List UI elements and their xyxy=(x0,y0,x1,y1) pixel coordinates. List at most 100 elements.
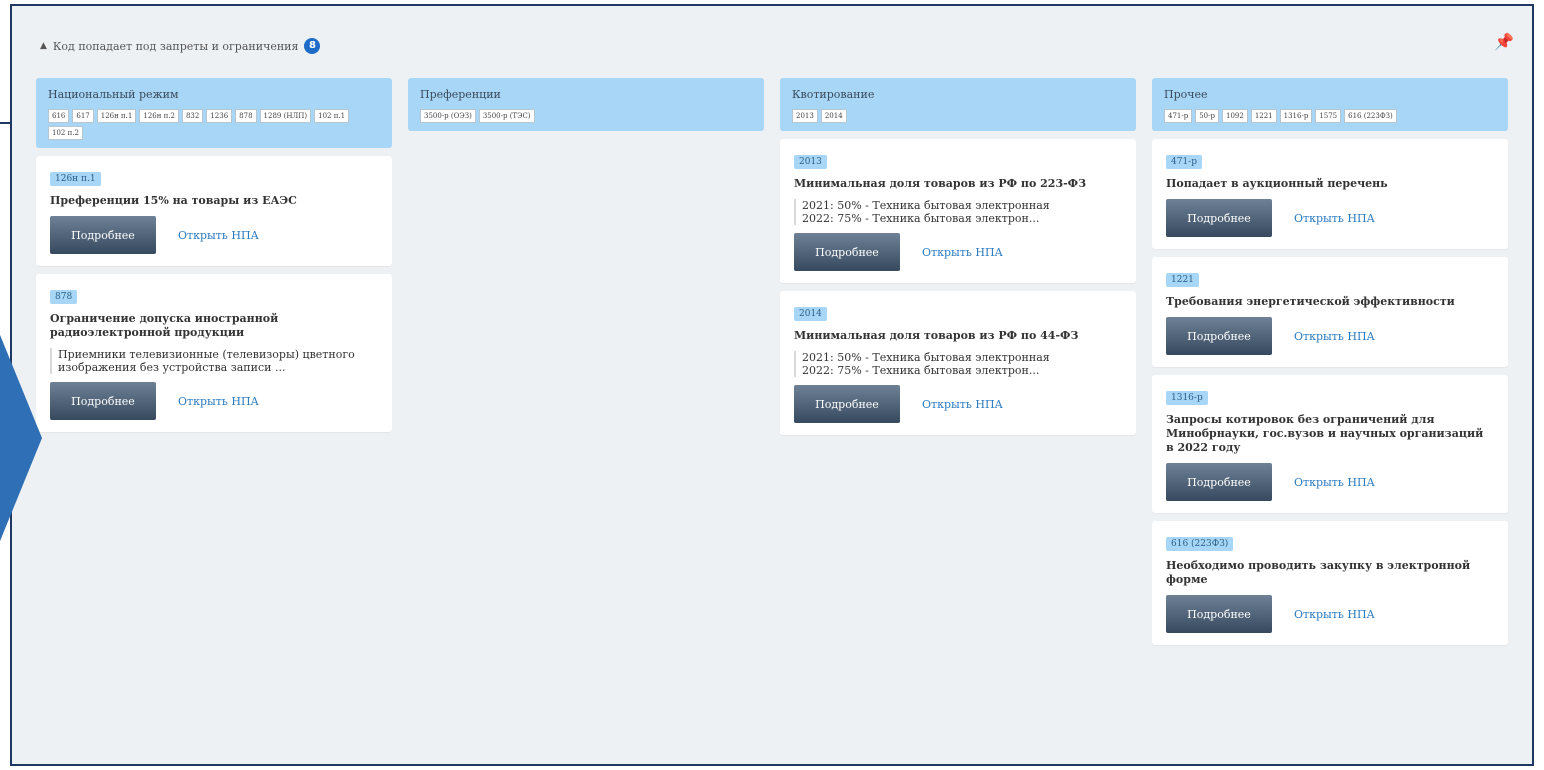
column-1: Национальный режим 616 617 126н п.1 126н п.2… xyxy=(36,78,392,432)
card-code-tag: 471-р xyxy=(1166,155,1202,169)
code-chip[interactable]: 102 п.1 xyxy=(314,109,350,123)
code-chip[interactable]: 2013 xyxy=(792,109,818,123)
code-chip[interactable]: 126н п.1 xyxy=(96,109,137,123)
restriction-card: 126н п.1 Преференции 15% на товары из ЕАЭ… xyxy=(36,156,392,266)
card-code-tag: 1221 xyxy=(1166,273,1199,287)
card-code-tag: 2014 xyxy=(794,307,827,321)
pin-icon[interactable]: 📌 xyxy=(1494,32,1514,51)
column-4: Прочее 471-р 50-р 1092 1221 1316-р 1575 616 (22… xyxy=(1152,78,1508,645)
column-header: Национальный режим 616 617 126н п.1 126н п.2… xyxy=(36,78,392,148)
code-chip-list: 471-р 50-р 1092 1221 1316-р 1575 616 (223ФЗ) xyxy=(1164,109,1498,123)
card-description: 2021: 50% - Техника бытовая электронная 2… xyxy=(794,199,1122,225)
open-npa-link[interactable]: Открыть НПА xyxy=(1294,476,1375,489)
details-button[interactable]: Подробнее xyxy=(50,216,156,254)
column-header: Преференции 3500-р (ОЭЗ) 3500-р (ТЭС) xyxy=(408,78,764,131)
details-button[interactable]: Подробнее xyxy=(1166,317,1272,355)
restriction-card: 1221 Требования энергетической эффективно… xyxy=(1152,257,1508,367)
details-button[interactable]: Подробнее xyxy=(1166,199,1272,237)
card-title: Требования энергетической эффективности xyxy=(1166,295,1455,308)
column-header: Прочее 471-р 50-р 1092 1221 1316-р 1575 616 (22… xyxy=(1152,78,1508,131)
description-line: 2022: 75% - Техника бытовая электрон... xyxy=(802,212,1040,225)
column-2: Преференции 3500-р (ОЭЗ) 3500-р (ТЭС) xyxy=(408,78,764,131)
open-npa-link[interactable]: Открыть НПА xyxy=(1294,330,1375,343)
code-chip[interactable]: 471-р xyxy=(1164,109,1193,123)
column-title: Прочее xyxy=(1164,88,1208,101)
card-title: Минимальная доля товаров из РФ по 223-ФЗ xyxy=(794,177,1087,190)
code-chip[interactable]: 1316-р xyxy=(1279,109,1313,123)
code-chip-list: 2013 2014 xyxy=(792,109,1126,123)
open-npa-link[interactable]: Открыть НПА xyxy=(922,246,1003,259)
open-npa-link[interactable]: Открыть НПА xyxy=(1294,212,1375,225)
code-chip[interactable]: 617 xyxy=(72,109,94,123)
card-actions: Подробнее Открыть НПА xyxy=(1166,595,1494,633)
card-actions: Подробнее Открыть НПА xyxy=(1166,317,1494,355)
code-chip[interactable]: 878 xyxy=(235,109,257,123)
card-title: Попадает в аукционный перечень xyxy=(1166,177,1388,190)
details-button[interactable]: Подробнее xyxy=(50,382,156,420)
column-title: Преференции xyxy=(420,88,501,101)
code-chip[interactable]: 1575 xyxy=(1315,109,1342,123)
code-chip[interactable]: 102 п.2 xyxy=(48,126,83,140)
card-code-tag: 126н п.1 xyxy=(50,172,101,186)
card-code-tag: 616 (223ФЗ) xyxy=(1166,537,1234,551)
restriction-card: 2013 Минимальная доля товаров из РФ по 22… xyxy=(780,139,1136,283)
code-chip[interactable]: 616 xyxy=(48,109,70,123)
details-button[interactable]: Подробнее xyxy=(1166,463,1272,501)
card-actions: Подробнее Открыть НПА xyxy=(794,385,1122,423)
restriction-card: 1316-р Запросы котировок без ограничений … xyxy=(1152,375,1508,513)
code-chip[interactable]: 3500-р (ОЭЗ) xyxy=(420,109,476,123)
card-title: Минимальная доля товаров из РФ по 44-ФЗ xyxy=(794,329,1079,342)
open-npa-link[interactable]: Открыть НПА xyxy=(1294,608,1375,621)
collapse-caret-icon[interactable]: ▲ xyxy=(40,41,47,51)
description-line: Приемники телевизионные (телевизоры) цве… xyxy=(58,348,355,374)
open-npa-link[interactable]: Открыть НПА xyxy=(922,398,1003,411)
callout-arrow-icon xyxy=(0,330,42,546)
details-button[interactable]: Подробнее xyxy=(1166,595,1272,633)
restriction-count-badge: 8 xyxy=(304,38,321,54)
code-chip[interactable]: 1289 (НЛП) xyxy=(259,109,312,123)
card-description: 2021: 50% - Техника бытовая электронная 2… xyxy=(794,351,1122,377)
code-chip[interactable]: 2014 xyxy=(820,109,847,123)
restriction-card: 616 (223ФЗ) Необходимо проводить закупку … xyxy=(1152,521,1508,645)
code-chip[interactable]: 126н п.2 xyxy=(139,109,179,123)
code-chip[interactable]: 1092 xyxy=(1221,109,1248,123)
restrictions-panel: ▲ Код попадает под запреты и ограничения… xyxy=(10,4,1534,766)
card-code-tag: 878 xyxy=(50,290,78,304)
code-chip-list: 3500-р (ОЭЗ) 3500-р (ТЭС) xyxy=(420,109,754,123)
card-actions: Подробнее Открыть НПА xyxy=(50,216,378,254)
details-button[interactable]: Подробнее xyxy=(794,233,900,271)
column-3: Квотирование 2013 2014 2013 Минимальная доля… xyxy=(780,78,1136,435)
column-title: Квотирование xyxy=(792,88,875,101)
description-line: 2021: 50% - Техника бытовая электронная xyxy=(802,351,1050,364)
card-code-tag: 2013 xyxy=(794,155,827,169)
card-title: Преференции 15% на товары из ЕАЭС xyxy=(50,194,297,207)
column-title: Национальный режим xyxy=(48,88,179,101)
code-chip[interactable]: 1221 xyxy=(1250,109,1277,123)
card-title: Необходимо проводить закупку в электронн… xyxy=(1166,559,1471,586)
open-npa-link[interactable]: Открыть НПА xyxy=(178,229,259,242)
code-chip[interactable]: 50-р xyxy=(1195,109,1219,123)
restriction-card: 878 Ограничение допуска иностранной радио… xyxy=(36,274,392,432)
card-title: Запросы котировок без ограничений для Ми… xyxy=(1166,413,1484,454)
card-actions: Подробнее Открыть НПА xyxy=(50,382,378,420)
card-code-tag: 1316-р xyxy=(1166,391,1208,405)
card-description: Приемники телевизионные (телевизоры) цве… xyxy=(50,348,378,374)
description-line: 2022: 75% - Техника бытовая электрон... xyxy=(802,364,1040,377)
code-chip[interactable]: 1236 xyxy=(206,109,233,123)
panel-header[interactable]: ▲ Код попадает под запреты и ограничения… xyxy=(40,38,321,54)
panel-title: Код попадает под запреты и ограничения xyxy=(52,39,299,53)
description-line: 2021: 50% - Техника бытовая электронная xyxy=(802,199,1050,212)
restriction-card: 2014 Минимальная доля товаров из РФ по 44… xyxy=(780,291,1136,435)
code-chip-list: 616 617 126н п.1 126н п.2 832 1236 878 1289 (НЛ… xyxy=(48,109,382,140)
code-chip[interactable]: 832 xyxy=(181,109,204,123)
card-title: Ограничение допуска иностранной радиоэле… xyxy=(50,312,279,339)
code-chip[interactable]: 616 (223ФЗ) xyxy=(1344,109,1397,123)
card-actions: Подробнее Открыть НПА xyxy=(1166,199,1494,237)
column-header: Квотирование 2013 2014 xyxy=(780,78,1136,131)
card-actions: Подробнее Открыть НПА xyxy=(794,233,1122,271)
code-chip[interactable]: 3500-р (ТЭС) xyxy=(478,109,535,123)
details-button[interactable]: Подробнее xyxy=(794,385,900,423)
restriction-card: 471-р Попадает в аукционный перечень Подро… xyxy=(1152,139,1508,249)
open-npa-link[interactable]: Открыть НПА xyxy=(178,395,259,408)
card-actions: Подробнее Открыть НПА xyxy=(1166,463,1494,501)
